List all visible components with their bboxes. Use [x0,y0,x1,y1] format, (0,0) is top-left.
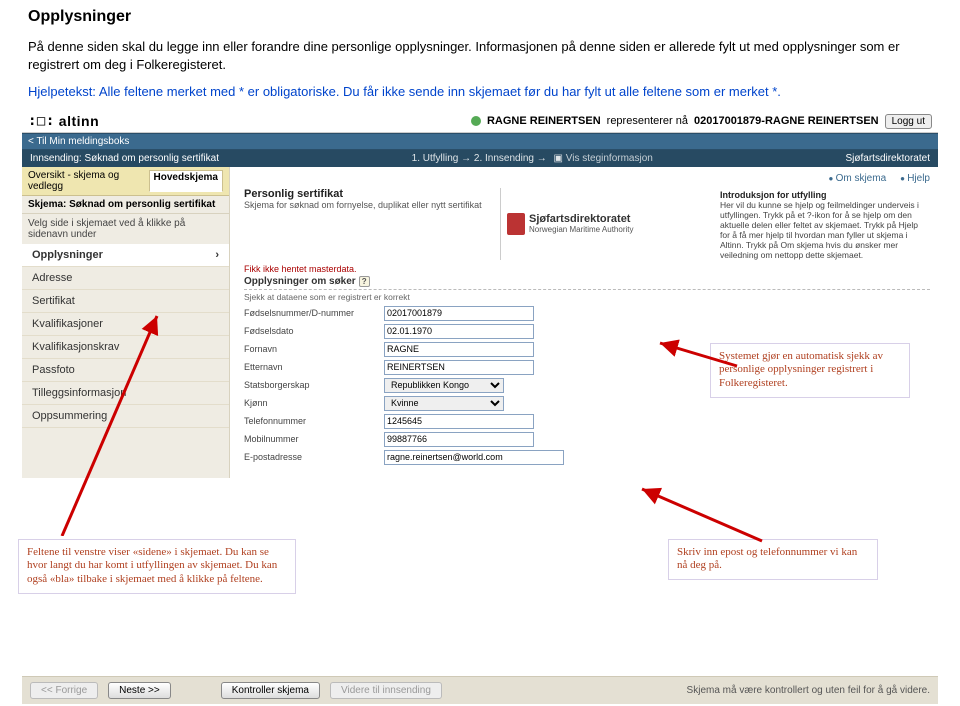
label-fornavn: Fornavn [244,344,384,354]
sidebar-item-passfoto[interactable]: Passfoto [22,359,229,382]
input-mobil[interactable] [384,432,534,447]
rep-user-name: RAGNE REINERTSEN [487,115,601,127]
label-kjonn: Kjønn [244,398,384,408]
sidebar-item-kvalifikasjoner[interactable]: Kvalifikasjoner [22,313,229,336]
altinn-header: :□: altinn RAGNE REINERTSEN representere… [22,111,938,133]
label-telefon: Telefonnummer [244,416,384,426]
screenshot-container: :□: altinn RAGNE REINERTSEN representere… [22,111,938,478]
kontroller-button[interactable]: Kontroller skjema [221,682,320,699]
sidebar-item-opplysninger[interactable]: Opplysninger [22,244,229,267]
prev-button[interactable]: << Forrige [30,682,98,699]
input-fdato[interactable] [384,324,534,339]
form-section-subtitle: Skjema for søknad om fornyelse, duplikat… [244,200,490,210]
altinn-logo-dots-icon: :□: [28,113,55,129]
rep-text: representerer nå [607,115,688,127]
annotation-sidebar-pages: Feltene til venstre viser «sidene» i skj… [18,539,296,594]
breadcrumb-bar: < Til Min meldingsboks [22,133,938,150]
sidebar-nav: Opplysninger Adresse Sertifikat Kvalifik… [22,244,229,428]
logout-button[interactable]: Logg ut [885,114,932,129]
form-section-title: Personlig sertifikat [244,188,490,200]
input-etternavn[interactable] [384,360,534,375]
hjelp-link[interactable]: Hjelp [900,173,930,184]
label-epost: E-postadresse [244,452,384,462]
shield-icon [507,213,525,235]
sidebar-item-adresse[interactable]: Adresse [22,267,229,290]
tab-overview[interactable]: Oversikt - skjema og vedlegg [28,170,141,192]
main-content: Om skjema Hjelp Personlig sertifikat Skj… [230,167,938,478]
annotation-autocheck: Systemet gjør en automatisk sjekk av per… [710,343,910,398]
authority-logo: Sjøfartsdirektoratet Norwegian Maritime … [500,188,710,260]
intro-box: Introduksjon for utfylling Her vil du ku… [720,190,930,260]
footer-bar: << Forrige Neste >> Kontroller skjema Vi… [22,676,938,704]
intro-heading: Introduksjon for utfylling [720,190,930,200]
context-bar: Innsending: Søknad om personlig sertifik… [22,150,938,167]
label-mobil: Mobilnummer [244,434,384,444]
scheme-title: Skjema: Søknad om personlig sertifikat [22,196,229,214]
input-telefon[interactable] [384,414,534,429]
label-etternavn: Etternavn [244,362,384,372]
sidebar-item-tilleggsinformasjon[interactable]: Tilleggsinformasjon [22,382,229,405]
sending-title: Innsending: Søknad om personlig sertifik… [30,153,219,164]
department-label: Sjøfartsdirektoratet [846,153,930,164]
wizard-steps: 1. Utfylling → 2. Innsending → [412,153,547,164]
videre-button[interactable]: Videre til innsending [330,682,442,699]
sidebar: Oversikt - skjema og vedlegg Hovedskjema… [22,167,230,478]
input-fornavn[interactable] [384,342,534,357]
next-button[interactable]: Neste >> [108,682,171,699]
check-data-note: Sjekk at dataene som er registrert er ko… [244,292,930,302]
footer-note: Skjema må være kontrollert og uten feil … [687,685,930,696]
page-title: Opplysninger [28,8,932,26]
label-fdato: Fødselsdato [244,326,384,336]
intro-text: Her vil du kunne se hjelp og feilmelding… [720,200,919,260]
altinn-logo: :□: altinn [28,113,99,129]
sidebar-item-sertifikat[interactable]: Sertifikat [22,290,229,313]
om-skjema-link[interactable]: Om skjema [829,173,887,184]
rep-id: 02017001879-RAGNE REINERTSEN [694,115,879,127]
doc-para-2-helptext: Hjelpetekst: Alle feltene merket med * e… [28,83,932,101]
authority-name-en: Norwegian Maritime Authority [529,225,633,234]
sidebar-item-oppsummering[interactable]: Oppsummering [22,405,229,428]
altinn-logo-text: altinn [59,113,99,129]
authority-name: Sjøfartsdirektoratet [529,213,633,225]
doc-para-1: På denne siden skal du legge inn eller f… [28,38,932,73]
input-fnr[interactable] [384,306,534,321]
help-icon[interactable]: ? [359,276,370,287]
label-fnr: Fødselsnummer/D-nummer [244,308,384,318]
user-status-icon [471,116,481,126]
show-step-info-link[interactable]: ▣ Vis steginformasjon [554,153,653,164]
annotation-contact-fields: Skriv inn epost og telefonnummer vi kan … [668,539,878,581]
back-to-inbox-link[interactable]: < Til Min meldingsboks [28,136,129,147]
label-statsborgerskap: Statsborgerskap [244,380,384,390]
error-message: Fikk ikke hentet masterdata. [244,264,930,274]
input-epost[interactable] [384,450,564,465]
select-statsborgerskap[interactable]: Republikken Kongo [384,378,504,393]
representation-bar: RAGNE REINERTSEN representerer nå 020170… [471,114,932,129]
select-kjonn[interactable]: Kvinne [384,396,504,411]
sidebar-instruction: Velg side i skjemaet ved å klikke på sid… [22,214,229,244]
sidebar-item-kvalifikasjonskrav[interactable]: Kvalifikasjonskrav [22,336,229,359]
sidebar-tabs: Oversikt - skjema og vedlegg Hovedskjema [22,167,229,196]
applicant-group-heading: Opplysninger om søker? [244,276,930,290]
tab-hovedskjema[interactable]: Hovedskjema [149,170,223,192]
